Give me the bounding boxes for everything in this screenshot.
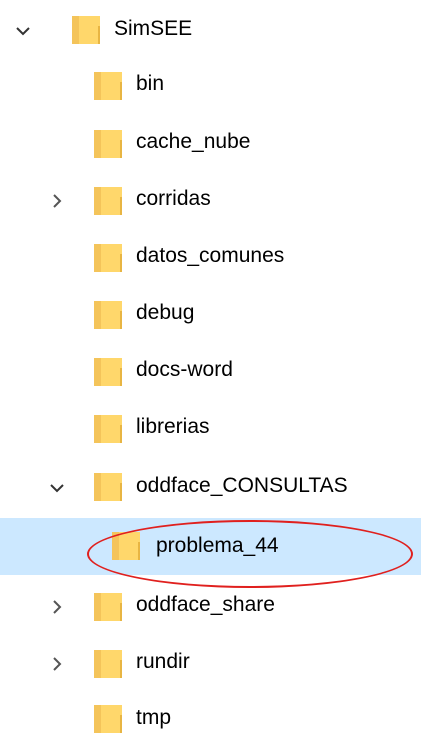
chevron-right-icon[interactable] [42,592,72,622]
tree-item-problema-44[interactable]: problema_44 [0,518,421,575]
tree-item-docs-word[interactable]: docs-word [0,342,421,399]
tree-item-debug[interactable]: debug [0,285,421,342]
folder-icon [92,646,124,680]
tree-item-label: corridas [136,187,211,210]
folder-icon [70,12,102,46]
tree-item-label: cache_nube [136,130,251,153]
folder-icon [92,126,124,160]
tree-item-bin[interactable]: bin [0,57,421,114]
folder-icon [92,354,124,388]
folder-icon [92,411,124,445]
folder-icon [110,528,142,562]
tree-item-label: oddface_share [136,593,275,616]
folder-icon [92,68,124,102]
tree-item-label: problema_44 [156,534,279,557]
tree-item-tmp[interactable]: tmp [0,692,421,737]
folder-icon [92,701,124,735]
chevron-down-icon[interactable] [8,16,38,46]
tree-item-oddface-share[interactable]: oddface_share [0,578,421,635]
tree-item-label: oddface_CONSULTAS [136,474,348,497]
tree-item-corridas[interactable]: corridas [0,171,421,228]
tree-item-label: datos_comunes [136,244,285,267]
folder-icon [92,240,124,274]
tree-item-oddface-consultas[interactable]: oddface_CONSULTAS [0,456,421,513]
tree-item-rundir[interactable]: rundir [0,635,421,692]
tree-item-label: librerias [136,415,210,438]
chevron-right-icon[interactable] [42,649,72,679]
tree-item-datos-comunes[interactable]: datos_comunes [0,228,421,285]
folder-tree: SimSEE bin cache_nube corridas datos_com… [0,0,421,737]
tree-item-simsee[interactable]: SimSEE [0,0,421,57]
folder-icon [92,469,124,503]
tree-item-librerias[interactable]: librerias [0,399,421,456]
tree-item-cache-nube[interactable]: cache_nube [0,114,421,171]
tree-item-label: docs-word [136,358,233,381]
folder-icon [92,183,124,217]
tree-item-label: tmp [136,706,172,729]
tree-item-label: rundir [136,650,190,673]
tree-item-label: debug [136,301,195,324]
tree-item-label: bin [136,72,165,95]
chevron-right-icon[interactable] [42,186,72,216]
folder-icon [92,589,124,623]
tree-item-label: SimSEE [114,17,193,40]
chevron-down-icon[interactable] [42,473,72,503]
folder-icon [92,297,124,331]
